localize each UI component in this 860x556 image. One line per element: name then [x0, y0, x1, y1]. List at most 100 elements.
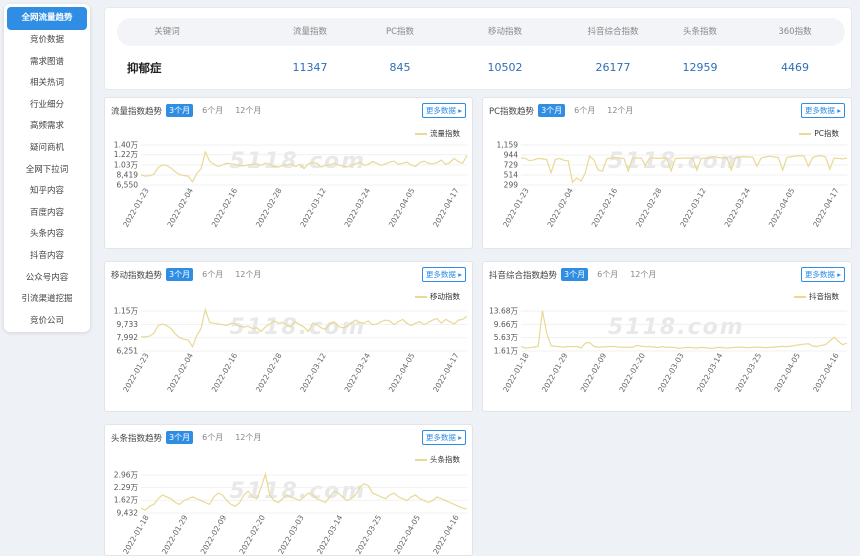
- x-tick-label: 2022-03-03: [656, 351, 686, 393]
- column-header: 头条指数: [682, 27, 717, 37]
- y-tick-label: 7,992: [117, 333, 139, 342]
- sidebar-item[interactable]: 全网下拉词: [4, 160, 90, 182]
- y-tick-label: 1,159: [497, 141, 519, 150]
- sidebar-item[interactable]: 公众号内容: [4, 268, 90, 290]
- x-tick-label: 2022-03-25: [354, 513, 384, 555]
- x-tick-label: 2022-02-04: [165, 186, 195, 228]
- x-tick-label: 2022-01-29: [160, 513, 190, 555]
- y-tick-label: 1.40万: [114, 141, 139, 150]
- x-tick-label: 2022-03-03: [276, 513, 306, 555]
- line-chart: 1,1599447295142992022-01-23 2022-02-04 202…: [497, 141, 848, 229]
- column-header: 抖音综合指数: [587, 27, 639, 37]
- y-tick-label: 514: [504, 171, 519, 180]
- column-header: PC指数: [385, 27, 415, 37]
- x-tick-label: 2022-01-18: [501, 351, 531, 393]
- keyword-stats-card: 关键词 流量指数 PC指数 移动指数 抖音综合指数 头条指数 360指数 抑郁症 11347 8…: [104, 7, 852, 90]
- x-tick-label: 2022-04-16: [431, 513, 461, 555]
- sidebar-nav: 全网流量趋势 竞价数据 需求图谱 相关热词 行业细分 高频需求 疑问商机 全网下拉词 知乎内容百…: [4, 4, 90, 332]
- x-tick-label: 2022-01-23: [121, 351, 151, 393]
- y-tick-label: 2.96万: [114, 471, 139, 480]
- y-tick-label: 729: [504, 161, 519, 170]
- line-chart: 13.68万 9.66万 5.63万 1.61万2022-01-18 2022-01-2…: [489, 307, 848, 394]
- column-header: 移动指数: [487, 27, 522, 37]
- x-tick-label: 2022-02-20: [237, 513, 267, 555]
- series-line: [520, 310, 848, 350]
- x-tick-label: 2022-02-16: [590, 186, 620, 228]
- x-tick-label: 2022-02-28: [254, 351, 284, 393]
- y-tick-label: 9,733: [117, 320, 139, 329]
- keyword-name: 抑郁症: [127, 61, 162, 75]
- x-tick-label: 2022-04-17: [431, 351, 461, 393]
- sidebar-item[interactable]: 抖音内容: [4, 246, 90, 268]
- y-tick-label: 9,432: [117, 509, 139, 518]
- sidebar-item[interactable]: 相关热词: [4, 73, 90, 95]
- x-tick-label: 2022-02-09: [199, 513, 229, 555]
- x-tick-label: 2022-02-16: [210, 186, 240, 228]
- sidebar-item[interactable]: 高频需求: [4, 116, 90, 138]
- x-tick-label: 2022-04-17: [431, 186, 461, 228]
- index-value: 10502: [487, 61, 523, 74]
- x-tick-label: 2022-01-29: [540, 351, 570, 393]
- x-tick-label: 2022-04-05: [772, 351, 802, 393]
- x-tick-label: 2022-04-16: [811, 351, 841, 393]
- trend-chart-card: PC指数趋势 3个月 6个月 12个月 更多数据 ▸ PC指数 5118.com 1,159 9…: [482, 97, 852, 249]
- x-tick-label: 2022-02-04: [165, 351, 195, 393]
- index-value: 11347: [292, 61, 328, 74]
- series-line: [520, 155, 848, 184]
- sidebar-item[interactable]: 疑问商机: [4, 138, 90, 160]
- series-line: [140, 471, 468, 511]
- y-tick-label: 944: [504, 151, 519, 160]
- x-tick-label: 2022-04-05: [392, 513, 422, 555]
- x-tick-label: 2022-04-05: [387, 186, 417, 228]
- sidebar-item[interactable]: 引流渠道挖掘: [4, 289, 90, 311]
- trend-chart-card: 头条指数趋势 3个月 6个月 12个月 更多数据 ▸ 头条指数 5118.com 2.96万 2…: [104, 424, 473, 556]
- y-tick-label: 299: [504, 181, 519, 190]
- sidebar-item[interactable]: 行业细分: [4, 95, 90, 117]
- y-tick-label: 1.62万: [114, 496, 139, 505]
- keyword-table-header: 关键词 流量指数 PC指数 移动指数 抖音综合指数 头条指数 360指数: [117, 18, 845, 46]
- y-tick-label: 1.03万: [114, 160, 139, 169]
- line-chart: 1.15万 9,733 7,992 6,2512022-01-23 2022-02-04…: [114, 307, 468, 394]
- sidebar-item[interactable]: 竞价数据: [4, 30, 90, 52]
- sidebar-item[interactable]: 百度内容: [4, 203, 90, 225]
- x-tick-label: 2022-03-24: [343, 186, 373, 228]
- x-tick-label: 2022-03-12: [678, 186, 708, 228]
- index-value: 26177: [595, 61, 631, 74]
- sidebar-item[interactable]: 竞价公司: [4, 311, 90, 333]
- x-tick-label: 2022-03-14: [695, 351, 725, 393]
- line-chart: 1.40万1.22万1.03万8,419 6,5502022-01-23 2022-…: [114, 141, 468, 229]
- x-tick-label: 2022-01-18: [121, 513, 151, 555]
- trend-chart-card: 抖音综合指数趋势 3个月 6个月 12个月 更多数据 ▸ 抖音指数 5118.com 13.6…: [482, 261, 852, 412]
- y-tick-label: 9.66万: [494, 320, 519, 329]
- x-tick-label: 2022-02-04: [545, 186, 575, 228]
- column-header: 流量指数: [292, 27, 327, 37]
- series-line: [141, 307, 468, 349]
- x-tick-label: 2022-02-28: [634, 186, 664, 228]
- x-tick-label: 2022-02-20: [617, 351, 647, 393]
- y-tick-label: 2.29万: [114, 483, 139, 492]
- sidebar-item[interactable]: 头条内容: [4, 224, 90, 246]
- y-tick-label: 1.22万: [114, 150, 139, 159]
- y-tick-label: 6,251: [117, 347, 139, 356]
- trend-chart-card: 流量指数趋势 3个月 6个月 12个月 更多数据 ▸ 流量指数 5118.com 1.40万 1…: [104, 97, 473, 249]
- sidebar-item[interactable]: 需求图谱: [4, 52, 90, 74]
- x-tick-label: 2022-04-05: [767, 186, 797, 228]
- series-line: [140, 150, 468, 184]
- index-value: 12959: [682, 61, 718, 74]
- y-tick-label: 5.63万: [494, 333, 519, 342]
- trend-chart-card: 移动指数趋势 3个月 6个月 12个月 更多数据 ▸ 移动指数 5118.com 1.15万 9…: [104, 261, 473, 412]
- x-tick-label: 2022-02-28: [254, 186, 284, 228]
- column-header: 360指数: [778, 27, 812, 37]
- index-value: 845: [389, 61, 411, 74]
- index-value: 4469: [781, 61, 809, 74]
- sidebar-item[interactable]: 全网流量趋势: [7, 7, 87, 30]
- y-tick-label: 13.68万: [489, 307, 518, 316]
- x-tick-label: 2022-04-05: [387, 351, 417, 393]
- x-tick-label: 2022-02-09: [579, 351, 609, 393]
- x-tick-label: 2022-01-23: [121, 186, 151, 228]
- sidebar-item[interactable]: 知乎内容: [4, 181, 90, 203]
- y-tick-label: 1.15万: [114, 307, 139, 316]
- y-tick-label: 1.61万: [494, 347, 519, 356]
- x-tick-label: 2022-04-17: [811, 186, 841, 228]
- x-tick-label: 2022-01-23: [501, 186, 531, 228]
